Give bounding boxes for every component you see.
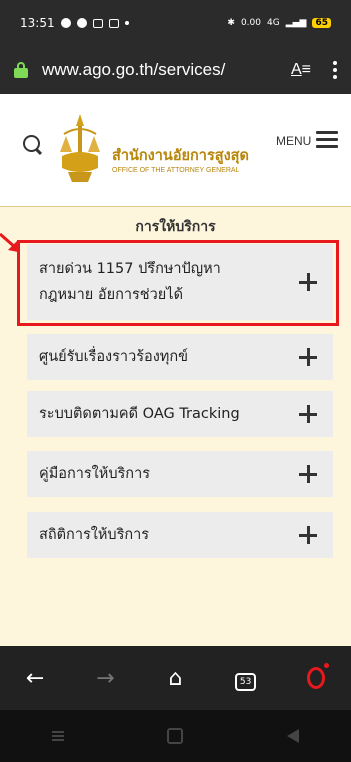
accordion-label: ระบบติดตามคดี OAG Tracking [39, 406, 240, 422]
back-arrow-icon[interactable]: ← [15, 666, 55, 691]
signal-type: 4G [267, 18, 280, 28]
brand-title-english: OFFICE OF THE ATTORNEY GENERAL [112, 167, 240, 174]
hamburger-menu-icon[interactable] [316, 131, 338, 152]
messenger-icon-2 [76, 18, 87, 28]
battery-icon: 65 [312, 18, 331, 28]
accordion-label: สถิติการให้บริการ [39, 527, 150, 543]
forward-arrow-icon[interactable]: → [85, 666, 125, 691]
highlight-box [17, 240, 339, 326]
ago-logo-emblem[interactable] [58, 112, 102, 184]
status-bar: 13:51 ✱ 0.00 4G ▂▄▆ 65 [0, 0, 351, 46]
plus-icon[interactable] [299, 526, 317, 544]
more-menu-icon[interactable] [333, 61, 337, 79]
accordion-item-oag-tracking[interactable]: ระบบติดตามคดี OAG Tracking [27, 391, 333, 437]
messenger-icon [60, 18, 71, 28]
home-icon[interactable]: ⌂ [155, 666, 195, 691]
signal-bars-icon: ▂▄▆ [285, 18, 307, 28]
network-speed: 0.00 [240, 18, 261, 28]
lock-icon [14, 62, 28, 78]
site-header: สำนักงานอัยการสูงสุด OFFICE OF THE ATTOR… [0, 94, 351, 207]
accordion-item-complaints[interactable]: ศูนย์รับเรื่องราวร้องทุกข์ [27, 334, 333, 380]
notification-dot-icon [124, 21, 129, 25]
video-icon [92, 18, 103, 28]
menu-label[interactable]: MENU [276, 134, 311, 148]
mail-icon [108, 18, 119, 28]
web-page: สำนักงานอัยการสูงสุด OFFICE OF THE ATTOR… [0, 94, 351, 646]
accordion-item-service-manual[interactable]: คู่มือการให้บริการ [27, 451, 333, 497]
browser-url-bar[interactable]: www.ago.go.th/services/ A≡ [0, 46, 351, 94]
accordion-label: คู่มือการให้บริการ [39, 466, 151, 482]
brand-title-thai[interactable]: สำนักงานอัยการสูงสุด [112, 144, 249, 167]
plus-icon[interactable] [299, 348, 317, 366]
reader-mode-icon[interactable]: A≡ [291, 61, 311, 79]
status-time: 13:51 [20, 16, 55, 30]
recent-apps-icon[interactable] [51, 731, 64, 741]
services-title: การให้บริการ [135, 219, 216, 235]
plus-icon[interactable] [299, 465, 317, 483]
tabs-button[interactable]: 53 [226, 665, 266, 691]
accordion-label: ศูนย์รับเรื่องราวร้องทุกข์ [39, 349, 189, 365]
system-nav-bar [0, 710, 351, 762]
system-back-icon[interactable] [287, 729, 300, 743]
opera-menu-icon[interactable] [296, 663, 336, 689]
system-home-icon[interactable] [167, 728, 184, 744]
url-text[interactable]: www.ago.go.th/services/ [42, 60, 291, 80]
bluetooth-icon: ✱ [227, 18, 235, 28]
annotation-arrow-icon [0, 232, 18, 252]
search-icon[interactable] [23, 135, 40, 152]
plus-icon[interactable] [299, 405, 317, 423]
accordion-item-statistics[interactable]: สถิติการให้บริการ [27, 512, 333, 558]
browser-bottom-nav: ← → ⌂ 53 [0, 646, 351, 710]
